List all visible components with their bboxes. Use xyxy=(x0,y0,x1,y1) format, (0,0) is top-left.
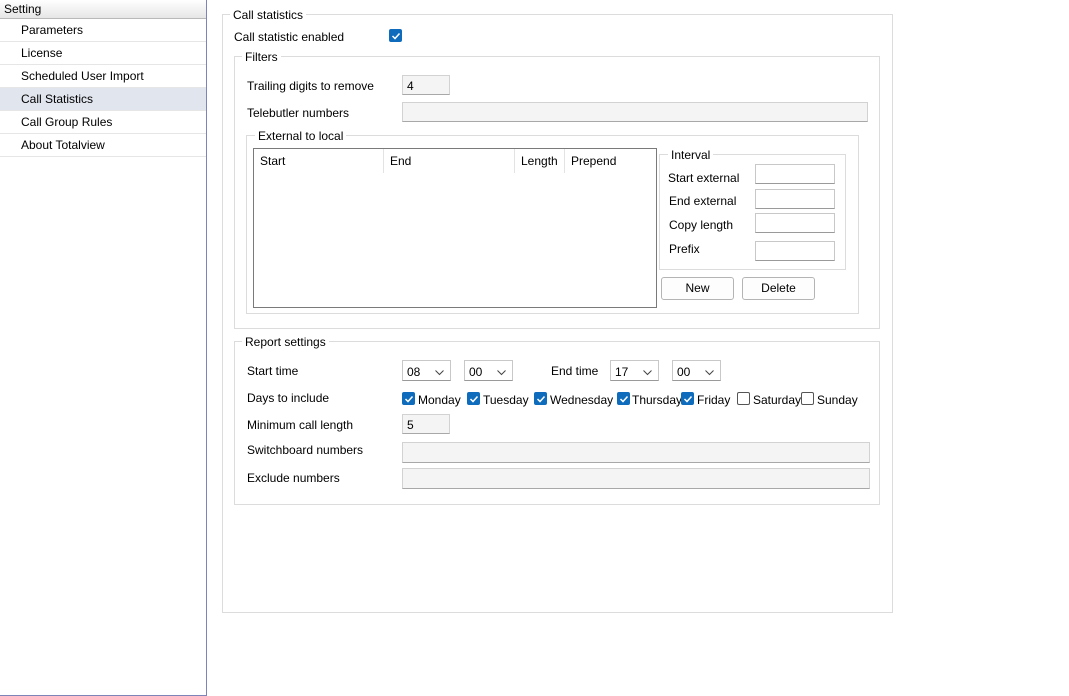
end-minute-select[interactable]: 00 xyxy=(672,360,721,381)
end-external-input[interactable] xyxy=(755,189,835,209)
external-to-local-list[interactable]: Start End Length Prepend xyxy=(253,148,657,308)
end-minute-value: 00 xyxy=(677,365,691,379)
sidebar-item-license[interactable]: License xyxy=(0,42,206,65)
column-header-end[interactable]: End xyxy=(384,149,515,173)
interval-title: Interval xyxy=(668,148,714,162)
chevron-down-icon xyxy=(705,365,714,379)
sunday-checkbox[interactable] xyxy=(801,392,814,405)
sidebar-item-scheduled-user-import[interactable]: Scheduled User Import xyxy=(0,65,206,88)
checkmark-icon xyxy=(404,395,414,403)
saturday-label: Saturday xyxy=(753,393,802,407)
tuesday-checkbox[interactable] xyxy=(467,392,480,405)
exclude-numbers-label: Exclude numbers xyxy=(247,471,340,485)
chevron-down-icon xyxy=(497,365,506,379)
friday-label: Friday xyxy=(697,393,731,407)
friday-checkbox[interactable] xyxy=(681,392,694,405)
sidebar-header-title: Setting xyxy=(4,2,42,16)
start-hour-value: 08 xyxy=(407,365,421,379)
sidebar-item-call-group-rules[interactable]: Call Group Rules xyxy=(0,111,206,134)
wednesday-checkbox[interactable] xyxy=(534,392,547,405)
sidebar-header: Setting xyxy=(0,0,206,19)
copy-length-label: Copy length xyxy=(669,218,734,232)
end-hour-select[interactable]: 17 xyxy=(610,360,659,381)
report-settings-title: Report settings xyxy=(242,335,329,349)
checkmark-icon xyxy=(619,395,629,403)
sidebar-item-label: Scheduled User Import xyxy=(21,69,144,83)
prefix-label: Prefix xyxy=(669,242,700,256)
column-header-length[interactable]: Length xyxy=(515,149,565,173)
start-minute-select[interactable]: 00 xyxy=(464,360,513,381)
saturday-checkbox[interactable] xyxy=(737,392,750,405)
delete-button[interactable]: Delete xyxy=(742,277,815,300)
minimum-call-length-label: Minimum call length xyxy=(247,418,354,432)
switchboard-numbers-label: Switchboard numbers xyxy=(247,443,364,457)
settings-sidebar: Setting Parameters License Scheduled Use… xyxy=(0,0,207,696)
chevron-down-icon xyxy=(435,365,444,379)
switchboard-numbers-input[interactable] xyxy=(402,442,870,463)
thursday-label: Thursday xyxy=(632,393,683,407)
start-external-label: Start external xyxy=(668,171,740,185)
call-statistic-enabled-label: Call statistic enabled xyxy=(234,30,345,44)
sidebar-item-label: About Totalview xyxy=(21,138,105,152)
trailing-digits-label: Trailing digits to remove xyxy=(247,79,374,93)
new-button[interactable]: New xyxy=(661,277,734,300)
trailing-digits-input[interactable]: 4 xyxy=(402,75,450,95)
end-hour-value: 17 xyxy=(615,365,629,379)
tuesday-label: Tuesday xyxy=(483,393,529,407)
sunday-label: Sunday xyxy=(817,393,858,407)
telebutler-numbers-input[interactable] xyxy=(402,102,868,122)
column-header-prepend[interactable]: Prepend xyxy=(565,149,656,173)
sidebar-item-parameters[interactable]: Parameters xyxy=(0,19,206,42)
sidebar-item-label: Parameters xyxy=(21,23,84,37)
checkmark-icon xyxy=(469,395,479,403)
sidebar-item-about-totalview[interactable]: About Totalview xyxy=(0,134,206,157)
column-header-start[interactable]: Start xyxy=(254,149,384,173)
monday-label: Monday xyxy=(418,393,461,407)
exclude-numbers-input[interactable] xyxy=(402,468,870,489)
sidebar-item-label: Call Group Rules xyxy=(21,115,113,129)
start-hour-select[interactable]: 08 xyxy=(402,360,451,381)
checkmark-icon xyxy=(391,32,401,40)
end-external-label: End external xyxy=(669,194,737,208)
checkmark-icon xyxy=(683,395,693,403)
thursday-checkbox[interactable] xyxy=(617,392,630,405)
filters-title: Filters xyxy=(242,50,281,64)
start-external-input[interactable] xyxy=(755,164,835,184)
end-time-label: End time xyxy=(551,364,599,378)
monday-checkbox[interactable] xyxy=(402,392,415,405)
call-statistic-enabled-checkbox[interactable] xyxy=(389,29,402,42)
checkmark-icon xyxy=(536,395,546,403)
sidebar-item-label: Call Statistics xyxy=(21,92,94,106)
external-to-local-title: External to local xyxy=(255,129,347,143)
call-statistics-title: Call statistics xyxy=(230,8,307,22)
wednesday-label: Wednesday xyxy=(550,393,614,407)
sidebar-item-call-statistics[interactable]: Call Statistics xyxy=(0,88,206,111)
prefix-input[interactable] xyxy=(755,241,835,261)
sidebar-item-label: License xyxy=(21,46,63,60)
chevron-down-icon xyxy=(643,365,652,379)
telebutler-numbers-label: Telebutler numbers xyxy=(247,106,350,120)
start-minute-value: 00 xyxy=(469,365,483,379)
start-time-label: Start time xyxy=(247,364,299,378)
days-to-include-label: Days to include xyxy=(247,391,330,405)
copy-length-input[interactable] xyxy=(755,213,835,233)
minimum-call-length-input[interactable]: 5 xyxy=(402,414,450,434)
